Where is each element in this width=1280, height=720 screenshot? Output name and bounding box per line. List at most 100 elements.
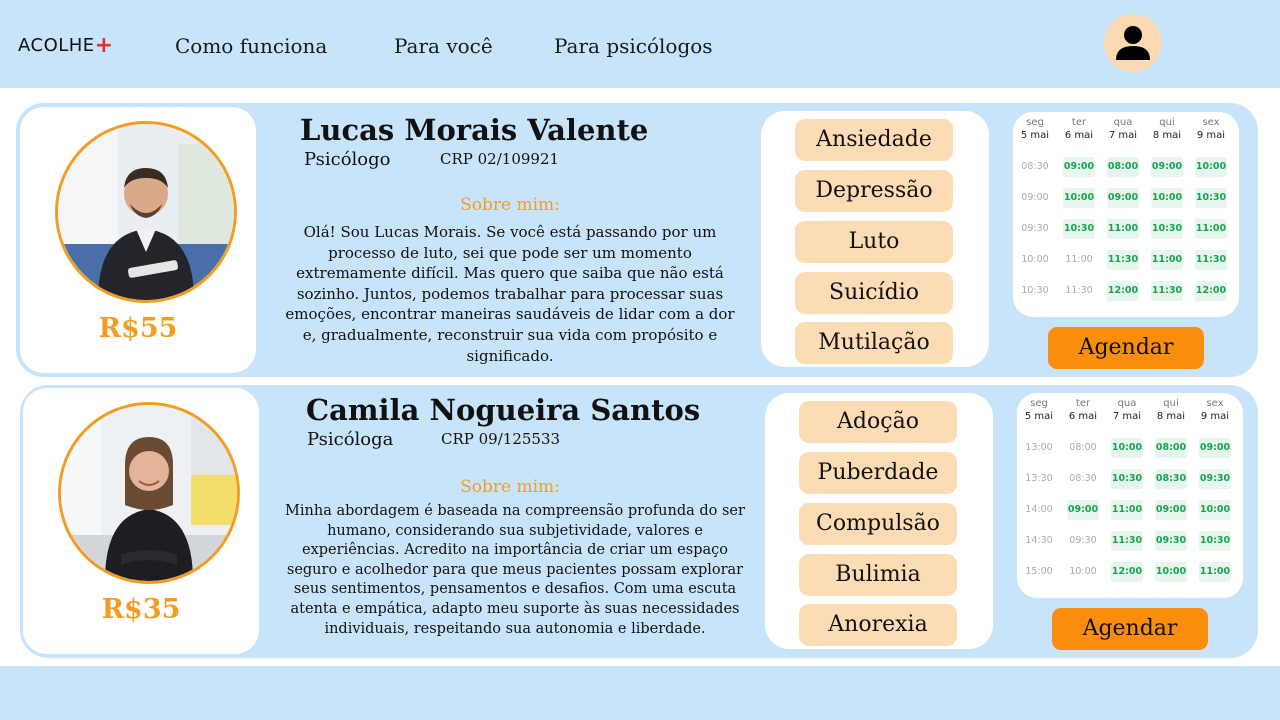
photo-panel: R$35 xyxy=(23,388,259,654)
time-slot-unavailable: 08:00 xyxy=(1069,442,1097,453)
day-name: qua xyxy=(1113,117,1133,128)
specialty-tag[interactable]: Luto xyxy=(795,221,953,263)
calendar-day-header: ter 6 mai xyxy=(1065,398,1101,424)
specialty-tag[interactable]: Mutilação xyxy=(795,322,953,364)
calendar-day-header: qua 7 mai xyxy=(1105,117,1141,143)
calendar-day-header: sex 9 mai xyxy=(1197,398,1233,424)
time-slot-available[interactable]: 11:30 xyxy=(1195,250,1227,270)
schedule-button[interactable]: Agendar xyxy=(1048,327,1204,369)
time-slot-available[interactable]: 12:00 xyxy=(1195,281,1227,301)
top-navbar: ACOLHE+ Como funciona Para você Para psi… xyxy=(0,0,1280,88)
specialty-tag[interactable]: Ansiedade xyxy=(795,119,953,161)
time-slot-available[interactable]: 10:30 xyxy=(1111,469,1143,489)
time-slot-available[interactable]: 10:30 xyxy=(1151,219,1183,239)
day-date: 9 mai xyxy=(1200,411,1230,422)
time-slot-available[interactable]: 11:00 xyxy=(1111,500,1143,520)
time-slot-available[interactable]: 10:30 xyxy=(1063,219,1095,239)
user-avatar[interactable] xyxy=(1104,14,1162,72)
time-slot-available[interactable]: 12:00 xyxy=(1111,562,1143,582)
time-slot-unavailable: 08:30 xyxy=(1069,473,1097,484)
time-slot-available[interactable]: 11:30 xyxy=(1107,250,1139,270)
professional-card: R$55 Lucas Morais Valente Psicólogo CRP … xyxy=(16,103,1258,377)
user-icon xyxy=(1116,26,1150,60)
specialty-tag[interactable]: Suicídio xyxy=(795,272,953,314)
professional-photo xyxy=(55,121,237,303)
calendar-day-header: ter 6 mai xyxy=(1061,117,1097,143)
time-slot-available[interactable]: 11:30 xyxy=(1111,531,1143,551)
time-slot-available[interactable]: 09:00 xyxy=(1151,157,1183,177)
professional-photo xyxy=(58,402,240,584)
time-slot-available[interactable]: 08:00 xyxy=(1107,157,1139,177)
specialty-tag[interactable]: Puberdade xyxy=(799,452,957,494)
day-date: 8 mai xyxy=(1152,130,1182,141)
time-slot-available[interactable]: 10:30 xyxy=(1199,531,1231,551)
logo[interactable]: ACOLHE+ xyxy=(18,32,114,58)
about-title: Sobre mim: xyxy=(460,195,560,215)
day-name: ter xyxy=(1075,398,1091,409)
time-slot-available[interactable]: 10:00 xyxy=(1155,562,1187,582)
crp-number: CRP 02/109921 xyxy=(440,150,560,168)
time-slot-available[interactable]: 08:00 xyxy=(1155,438,1187,458)
time-slot-available[interactable]: 09:00 xyxy=(1199,438,1231,458)
specialty-tag[interactable]: Bulimia xyxy=(799,554,957,596)
schedule-button[interactable]: Agendar xyxy=(1052,608,1208,650)
nav-link-como-funciona[interactable]: Como funciona xyxy=(175,34,327,58)
time-slot-unavailable: 10:00 xyxy=(1069,566,1097,577)
time-slot-available[interactable]: 09:00 xyxy=(1155,500,1187,520)
day-date: 5 mai xyxy=(1024,411,1054,422)
day-date: 5 mai xyxy=(1020,130,1050,141)
time-slot-available[interactable]: 09:00 xyxy=(1107,188,1139,208)
time-slot-available[interactable]: 09:00 xyxy=(1067,500,1099,520)
time-slot-available[interactable]: 08:30 xyxy=(1155,469,1187,489)
price: R$35 xyxy=(101,594,181,625)
time-slot-available[interactable]: 11:00 xyxy=(1199,562,1231,582)
specialty-tag[interactable]: Adoção xyxy=(799,401,957,443)
time-slot-available[interactable]: 11:30 xyxy=(1151,281,1183,301)
nav-link-para-psicologos[interactable]: Para psicólogos xyxy=(554,34,713,58)
price: R$55 xyxy=(98,313,178,344)
time-slot-available[interactable]: 10:00 xyxy=(1199,500,1231,520)
professional-name: Camila Nogueira Santos xyxy=(306,393,701,427)
calendar-day-header: qui 8 mai xyxy=(1149,117,1185,143)
time-slot-available[interactable]: 09:00 xyxy=(1063,157,1095,177)
logo-plus-icon: + xyxy=(94,33,114,58)
time-slot-available[interactable]: 11:00 xyxy=(1195,219,1227,239)
calendar-day-header: seg 5 mai xyxy=(1017,117,1053,143)
time-slot-available[interactable]: 09:30 xyxy=(1199,469,1231,489)
day-date: 9 mai xyxy=(1196,130,1226,141)
time-slot-available[interactable]: 10:00 xyxy=(1063,188,1095,208)
professional-card: R$35 Camila Nogueira Santos Psicóloga CR… xyxy=(20,385,1258,658)
time-slot-available[interactable]: 12:00 xyxy=(1107,281,1139,301)
time-slot-available[interactable]: 10:00 xyxy=(1195,157,1227,177)
day-name: qua xyxy=(1117,398,1137,409)
day-date: 7 mai xyxy=(1108,130,1138,141)
specialty-tag[interactable]: Anorexia xyxy=(799,604,957,646)
profile-info: Lucas Morais Valente Psicólogo CRP 02/10… xyxy=(260,103,760,377)
time-slot-unavailable: 09:00 xyxy=(1021,192,1049,203)
time-slot-available[interactable]: 11:00 xyxy=(1151,250,1183,270)
time-slot-available[interactable]: 10:00 xyxy=(1111,438,1143,458)
calendar-day-header: sex 9 mai xyxy=(1193,117,1229,143)
time-slot-available[interactable]: 10:30 xyxy=(1195,188,1227,208)
day-name: seg xyxy=(1026,117,1044,128)
professional-role: Psicóloga xyxy=(307,429,394,450)
time-slot-unavailable: 11:00 xyxy=(1065,254,1093,265)
specialties-panel: Adoção Puberdade Compulsão Bulimia Anore… xyxy=(765,393,993,649)
time-slot-unavailable: 15:00 xyxy=(1025,566,1053,577)
day-date: 7 mai xyxy=(1112,411,1142,422)
availability-calendar: seg 5 mai ter 6 mai qua 7 mai qui 8 mai sex 9 mai… xyxy=(1013,112,1239,317)
time-slot-unavailable: 09:30 xyxy=(1021,223,1049,234)
day-date: 8 mai xyxy=(1156,411,1186,422)
about-title: Sobre mim: xyxy=(460,477,560,497)
day-date: 6 mai xyxy=(1068,411,1098,422)
about-text: Minha abordagem é baseada na compreensão… xyxy=(285,503,745,637)
time-slot-available[interactable]: 10:00 xyxy=(1151,188,1183,208)
specialty-tag[interactable]: Compulsão xyxy=(799,503,957,545)
nav-link-para-voce[interactable]: Para você xyxy=(394,34,493,58)
about-text: Olá! Sou Lucas Morais. Se você está pass… xyxy=(285,223,735,365)
calendar-day-header: seg 5 mai xyxy=(1021,398,1057,424)
time-slot-available[interactable]: 09:30 xyxy=(1155,531,1187,551)
footer-band xyxy=(0,666,1280,720)
specialty-tag[interactable]: Depressão xyxy=(795,170,953,212)
time-slot-available[interactable]: 11:00 xyxy=(1107,219,1139,239)
